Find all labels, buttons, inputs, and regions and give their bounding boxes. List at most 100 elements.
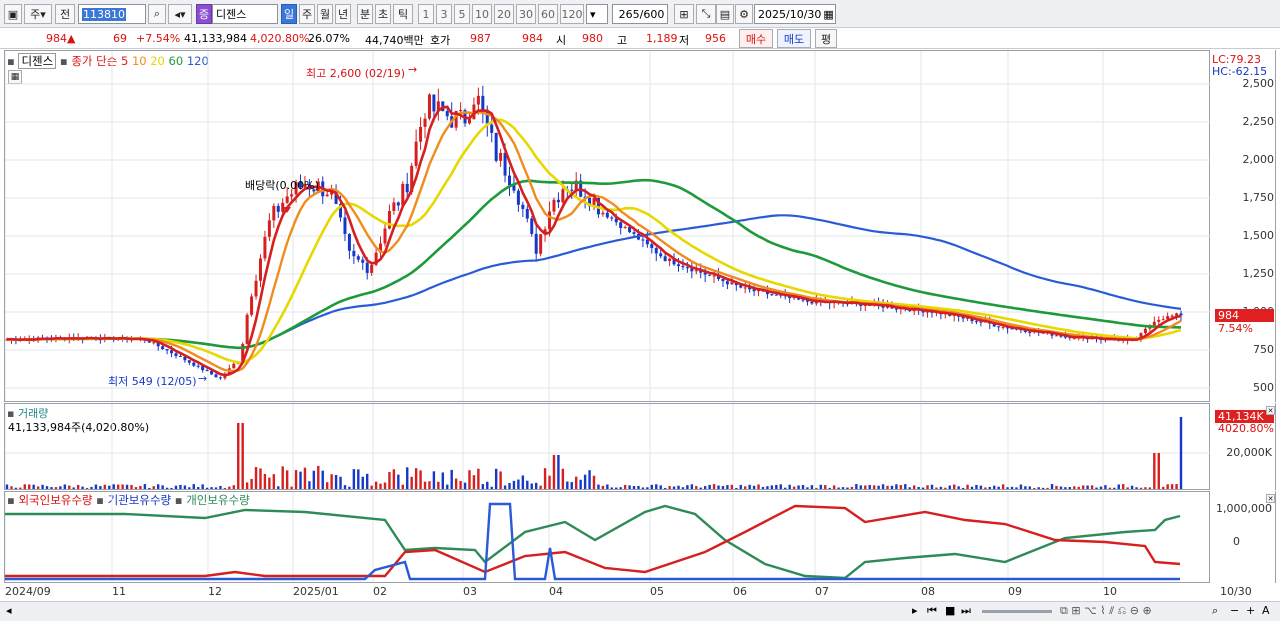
quote-volume: 41,133,984 <box>184 32 247 45</box>
holding-chart-canvas <box>5 492 1181 582</box>
volume-bar <box>214 487 218 489</box>
volume-bar <box>290 486 293 489</box>
volume-bar <box>966 484 969 489</box>
interval-10[interactable]: 10 <box>472 4 492 24</box>
volume-bar <box>50 487 53 489</box>
interval-5[interactable]: 5 <box>454 4 470 24</box>
bottom-scrollbar[interactable]: ◂ ▸ ⏮ ■ ⏭ ⧉ ⊞ ⌥ ⌇ ⫽ ⎌ ⊖ ⊕ ⌕ − + A <box>0 601 1280 621</box>
volume-close-icon[interactable]: ✕ <box>1266 406 1275 415</box>
range-toggle[interactable]: 전 <box>55 4 75 24</box>
text-tool-icon[interactable]: A <box>1262 604 1270 617</box>
volume-bar <box>308 481 311 489</box>
volume-bar <box>730 484 734 489</box>
interval-20[interactable]: 20 <box>494 4 514 24</box>
volume-bar <box>41 484 44 489</box>
period-tab-month[interactable]: 월 <box>317 4 333 24</box>
chart-type-select[interactable]: 주 ▾ <box>24 4 52 24</box>
volume-bar <box>1121 484 1125 489</box>
candle-body <box>476 95 480 105</box>
volume-bar <box>179 484 182 489</box>
calendar-icon[interactable]: ▦ <box>823 8 833 21</box>
candle-body <box>152 342 156 344</box>
sound-icon[interactable]: ◂▾ <box>168 4 192 24</box>
interval-120[interactable]: 120 <box>560 4 584 24</box>
gear-icon[interactable]: ⚙ <box>735 4 753 24</box>
volume-bar <box>1162 486 1165 489</box>
volume-bar <box>899 485 903 489</box>
interval-1[interactable]: 1 <box>418 4 434 24</box>
candle-body <box>387 210 391 229</box>
draw-tool-icon[interactable]: ⤡ <box>696 4 716 24</box>
volume-bar <box>757 484 760 489</box>
volume-bar <box>810 485 814 489</box>
sell-button[interactable]: 매도 <box>777 29 811 48</box>
holding-close-icon[interactable]: ✕ <box>1266 494 1275 503</box>
zoom-out-icon[interactable]: − <box>1230 604 1239 617</box>
price-y-tick: 1,750 <box>1242 191 1275 204</box>
volume-bar <box>85 487 89 489</box>
candle-body <box>681 266 685 268</box>
volume-bar <box>1077 486 1080 489</box>
volume-bar <box>1175 484 1178 489</box>
ma-line-5 <box>6 105 1182 377</box>
candle-body <box>685 267 689 269</box>
volume-bar <box>472 475 476 489</box>
volume-bar <box>1073 486 1076 489</box>
count-field[interactable]: 265/600 <box>612 4 668 24</box>
volume-bar <box>797 485 800 489</box>
prev-page-icon[interactable]: ⏮ <box>927 604 937 618</box>
zoom-slider[interactable] <box>982 610 1052 613</box>
candle-body <box>516 190 520 205</box>
interval-custom-select[interactable]: ▾ <box>586 4 608 24</box>
volume-bar <box>748 484 751 489</box>
settings-grid-icon[interactable]: ⊞ <box>674 4 694 24</box>
period-tab-tick[interactable]: 틱 <box>393 4 413 24</box>
volume-bar <box>374 481 378 489</box>
volume-bar <box>245 482 249 489</box>
volume-bar <box>205 487 209 489</box>
period-tab-minute[interactable]: 분 <box>357 4 373 24</box>
candle-body <box>290 194 294 197</box>
interval-3[interactable]: 3 <box>436 4 452 24</box>
period-tab-week[interactable]: 주 <box>299 4 315 24</box>
scroll-left-icon[interactable]: ◂ <box>6 604 12 617</box>
volume-tag-pct: 4020.80% <box>1218 422 1274 435</box>
volume-bar <box>597 484 600 489</box>
volume-bar <box>970 486 974 489</box>
drawing-tools-icons[interactable]: ⧉ ⊞ ⌥ ⌇ ⫽ ⎌ ⊖ ⊕ <box>1060 604 1152 618</box>
interval-60[interactable]: 60 <box>538 4 558 24</box>
period-tab-second[interactable]: 초 <box>375 4 391 24</box>
candle-body <box>165 349 169 351</box>
zoom-in-icon[interactable]: + <box>1246 604 1255 617</box>
stock-name-field[interactable]: 디젠스 <box>212 4 278 24</box>
buy-button[interactable]: 매수 <box>739 29 773 48</box>
candle-body <box>343 217 347 235</box>
x-axis-label: 07 <box>815 585 829 598</box>
eval-button[interactable]: 평 <box>815 29 837 48</box>
stock-code-input[interactable]: 113810 <box>78 4 146 24</box>
volume-bar <box>148 487 151 489</box>
scroll-right-icon[interactable]: ▸ <box>912 604 918 617</box>
period-tab-year[interactable]: 년 <box>335 4 351 24</box>
volume-bar <box>1148 487 1152 489</box>
volume-bar <box>268 477 271 489</box>
stop-icon[interactable]: ■ <box>945 604 955 617</box>
volume-bar <box>241 423 244 489</box>
candle-body <box>1143 328 1147 334</box>
next-page-icon[interactable]: ⏭ <box>961 604 971 618</box>
search-icon[interactable]: ⌕ <box>148 4 166 24</box>
chart-window-icon[interactable]: ▣ <box>4 4 22 24</box>
volume-bar <box>272 474 276 489</box>
candle-body <box>356 256 360 260</box>
zoom-icon[interactable]: ⌕ <box>1212 604 1218 618</box>
interval-30[interactable]: 30 <box>516 4 536 24</box>
volume-bar <box>334 474 338 489</box>
save-icon[interactable]: ▤ <box>716 4 734 24</box>
volume-bar <box>219 485 222 489</box>
period-tab-day[interactable]: 일 <box>281 4 297 24</box>
volume-bar <box>343 485 347 489</box>
date-field[interactable]: 2025/10/30 ▦ <box>754 4 836 24</box>
volume-bar <box>428 481 431 489</box>
ma-line-120 <box>6 214 1182 349</box>
volume-bar <box>770 485 774 489</box>
